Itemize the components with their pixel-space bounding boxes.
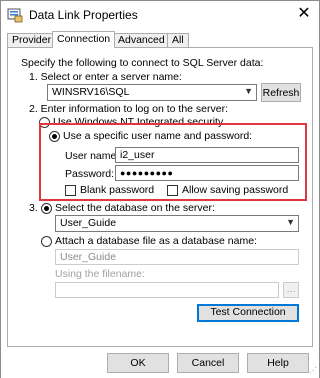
- radio-attach-database[interactable]: [41, 236, 52, 247]
- data-link-icon: [7, 8, 23, 23]
- chevron-down-icon: ▼: [244, 86, 253, 96]
- blank-password-checkbox[interactable]: [65, 185, 76, 196]
- refresh-button[interactable]: Refresh: [261, 83, 301, 102]
- filename-input[interactable]: [55, 282, 279, 298]
- radio-specific-user[interactable]: [49, 131, 60, 142]
- server-name-combo[interactable]: WINSRV16\SQL ▼: [47, 84, 257, 101]
- blank-password-label: Blank password: [80, 184, 155, 196]
- radio-select-database-label: Select the database on the server:: [55, 202, 215, 214]
- browse-button[interactable]: ...: [283, 282, 299, 298]
- title-bar: Data Link Properties ✕: [1, 1, 319, 29]
- window-title: Data Link Properties: [29, 8, 138, 22]
- dialog-button-bar: OK Cancel Help ⋰: [1, 351, 319, 378]
- radio-select-database[interactable]: [41, 203, 52, 214]
- step2-label: 2. Enter information to log on to the se…: [29, 103, 229, 115]
- using-filename-label: Using the filename:: [55, 268, 145, 280]
- password-input[interactable]: ●●●●●●●●●: [115, 165, 299, 181]
- step3-number: 3.: [29, 202, 38, 214]
- close-button[interactable]: ✕: [291, 3, 317, 25]
- tab-provider[interactable]: Provider: [7, 33, 57, 47]
- tab-strip: Provider Connection Advanced All: [7, 31, 313, 48]
- attach-database-name-input[interactable]: User_Guide: [55, 249, 299, 265]
- test-connection-button[interactable]: Test Connection: [197, 304, 299, 322]
- help-button[interactable]: Help: [247, 353, 309, 373]
- ok-button[interactable]: OK: [107, 353, 169, 373]
- username-input[interactable]: i2_user: [115, 147, 299, 163]
- tab-all[interactable]: All: [167, 33, 189, 47]
- resize-grip-icon[interactable]: ⋰: [307, 366, 317, 376]
- tab-advanced[interactable]: Advanced: [113, 33, 170, 47]
- intro-text: Specify the following to connect to SQL …: [21, 57, 264, 69]
- tab-connection[interactable]: Connection: [52, 31, 116, 48]
- radio-attach-database-label: Attach a database file as a database nam…: [55, 235, 257, 247]
- chevron-down-icon: ▼: [286, 217, 295, 227]
- cancel-button[interactable]: Cancel: [177, 353, 239, 373]
- radio-specific-user-label: Use a specific user name and password:: [63, 130, 253, 142]
- password-label: Password:: [65, 168, 115, 180]
- database-combo[interactable]: User_Guide ▼: [55, 215, 299, 232]
- allow-saving-label: Allow saving password: [182, 184, 289, 196]
- data-link-properties-dialog: Data Link Properties ✕ Provider Connecti…: [0, 0, 320, 378]
- username-label: User name:: [65, 150, 120, 162]
- close-icon: ✕: [297, 5, 311, 22]
- allow-saving-checkbox[interactable]: [167, 185, 178, 196]
- step1-label: 1. Select or enter a server name:: [29, 71, 182, 83]
